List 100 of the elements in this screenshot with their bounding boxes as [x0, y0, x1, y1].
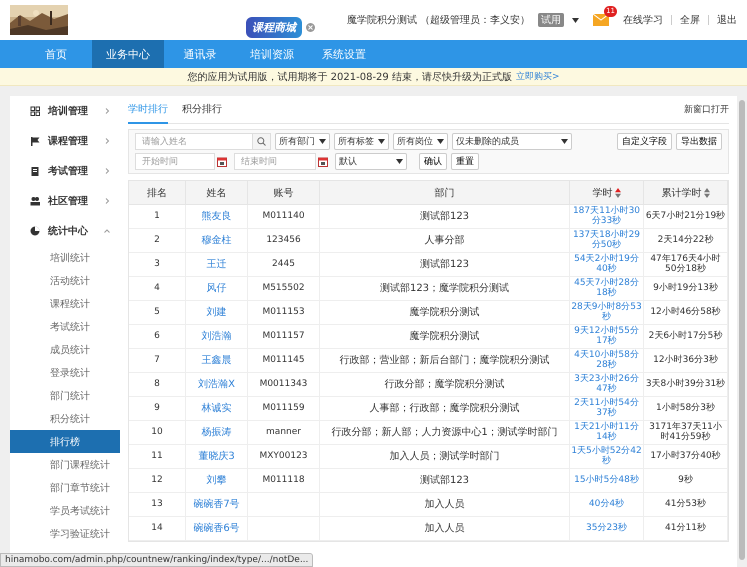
hours-link[interactable]: 137天18小时29分50秒 — [571, 230, 642, 250]
name-link[interactable]: 风仔 — [206, 283, 226, 294]
name-link[interactable]: 董晓庆3 — [198, 451, 235, 462]
filter-select[interactable]: 所有岗位 — [393, 133, 448, 150]
account-cell: M011140 — [262, 212, 305, 222]
filter-select[interactable]: 仅未删除的成员 — [452, 133, 572, 150]
sidebar-subitem[interactable]: 课程统计 — [10, 292, 120, 315]
sidebar-item[interactable]: 课程管理 — [10, 126, 120, 156]
sidebar-subitem[interactable]: 排行榜 — [10, 430, 120, 453]
name-link[interactable]: 王鑫晨 — [202, 355, 232, 366]
sidebar-subitem[interactable]: 培训统计 — [10, 246, 120, 269]
mail-icon[interactable] — [593, 14, 609, 26]
flag-icon — [30, 136, 40, 146]
toolbar-button[interactable]: 自定义字段 — [617, 133, 672, 150]
hours-link[interactable]: 187天11小时30分33秒 — [571, 206, 642, 226]
rank-cell: 9 — [129, 397, 186, 421]
filter-select[interactable]: 所有标签 — [334, 133, 389, 150]
sidebar-subitem[interactable]: 积分统计 — [10, 407, 120, 430]
close-icon[interactable] — [306, 23, 315, 32]
filter-select[interactable]: 所有部门 — [275, 133, 330, 150]
column-header-cell[interactable]: 累计学时 — [644, 181, 728, 205]
name-link[interactable]: 碗碗香6号 — [193, 523, 240, 534]
sidebar-subitem[interactable]: 登录统计 — [10, 361, 120, 384]
department-cell: 测试部123 — [420, 475, 470, 486]
name-link[interactable]: 穆金柱 — [202, 235, 232, 246]
sort-select[interactable]: 默认 — [335, 153, 407, 170]
nav-tab[interactable]: 系统设置 — [308, 40, 380, 68]
name-link[interactable]: 王迁 — [206, 259, 226, 270]
sort-icon[interactable] — [614, 188, 620, 198]
name-link[interactable]: 刘建 — [206, 307, 226, 318]
total-hours-cell: 6天7小时21分19秒 — [646, 212, 726, 222]
column-header-cell[interactable]: 学时 — [570, 181, 644, 205]
account-cell: M515502 — [262, 284, 305, 294]
sidebar-item[interactable]: 考试管理 — [10, 156, 120, 186]
nav-tab[interactable]: 培训资源 — [236, 40, 308, 68]
sidebar-subitem[interactable]: 部门课程统计 — [10, 453, 120, 476]
department-cell: 行政分部；魔学院积分测试 — [384, 379, 504, 390]
status-bar-url: hinamobo.com/admin.php/countnew/ranking/index/type/.../notDe... — [0, 553, 314, 567]
hours-link[interactable]: 45天7小时28分18秒 — [571, 278, 642, 298]
name-link[interactable]: 杨振涛 — [202, 427, 232, 438]
search-button[interactable] — [253, 133, 271, 150]
nav-tab[interactable]: 首页 — [20, 40, 92, 68]
end-date-field[interactable]: 结束时间 — [234, 153, 316, 170]
user-info: 魔学院积分测试 （超级管理员：李义安） — [346, 14, 530, 27]
calendar-icon[interactable] — [217, 156, 227, 166]
open-new-window-link[interactable]: 新窗口打开 — [684, 103, 729, 116]
buy-link[interactable]: 立即购买> — [516, 70, 560, 83]
sidebar-subitem[interactable]: 活动统计 — [10, 269, 120, 292]
hours-link[interactable]: 28天9小时8分53秒 — [571, 302, 642, 322]
tab[interactable]: 积分排行 — [182, 96, 222, 124]
sidebar-subitem[interactable]: 部门统计 — [10, 384, 120, 407]
sidebar-item[interactable]: 培训管理 — [10, 96, 120, 126]
account-cell: manner — [266, 428, 301, 438]
name-link[interactable]: 碗碗香7号 — [193, 499, 240, 510]
sidebar-subitem[interactable]: 学习验证统计 — [10, 522, 120, 545]
hours-link[interactable]: 3天23小时26分47秒 — [571, 374, 642, 394]
sidebar-item[interactable]: 社区管理 — [10, 186, 120, 216]
sidebar-subitem[interactable]: 考试统计 — [10, 315, 120, 338]
name-link[interactable]: 刘攀 — [206, 475, 226, 486]
sidebar-subitem[interactable]: 学员考试统计 — [10, 499, 120, 522]
rank-cell: 10 — [129, 421, 186, 445]
course-mall-badge[interactable]: 课程商城 — [246, 17, 302, 38]
nav-tab[interactable]: 通讯录 — [164, 40, 236, 68]
hours-link[interactable]: 35分23秒 — [586, 524, 627, 534]
hours-link[interactable]: 40分4秒 — [588, 500, 624, 510]
hours-link[interactable]: 9天12小时55分17秒 — [571, 326, 642, 346]
name-link[interactable]: 林诚实 — [202, 403, 232, 414]
sort-icon[interactable] — [704, 188, 710, 198]
total-hours-cell: 41分11秒 — [665, 524, 706, 534]
name-link[interactable]: 熊友良 — [202, 211, 232, 222]
rank-cell: 8 — [129, 373, 186, 397]
name-link[interactable]: 刘浩瀚X — [198, 379, 235, 390]
hours-link[interactable]: 54天2小时19分40秒 — [571, 254, 642, 274]
trial-tag: 试用 — [538, 13, 564, 27]
header-link[interactable]: 退出 — [717, 13, 737, 27]
rank-cell: 11 — [129, 445, 186, 469]
sidebar-subitem[interactable]: 成员统计 — [10, 338, 120, 361]
sidebar-subitem[interactable]: 部门章节统计 — [10, 476, 120, 499]
name-link[interactable]: 刘浩瀚 — [202, 331, 232, 342]
hours-link[interactable]: 2天11小时54分37秒 — [571, 398, 642, 418]
chevron-right-icon — [104, 198, 110, 204]
header-link[interactable]: 全屏 — [680, 13, 700, 27]
tab[interactable]: 学时排行 — [128, 96, 168, 124]
hours-link[interactable]: 4天10小时58分28秒 — [571, 350, 642, 370]
header-link[interactable]: 在线学习 — [623, 13, 663, 27]
hours-link[interactable]: 1天21小时11分14秒 — [571, 422, 642, 442]
action-button[interactable]: 确认 — [419, 153, 447, 170]
sidebar-item[interactable]: 统计中心 — [10, 216, 120, 246]
hours-link[interactable]: 1天5小时52分42秒 — [571, 446, 642, 466]
start-date-field[interactable]: 开始时间 — [135, 153, 215, 170]
total-hours-cell: 41分53秒 — [665, 500, 706, 510]
hours-link[interactable]: 15小时5分48秒 — [574, 476, 639, 486]
rank-cell: 7 — [129, 349, 186, 373]
chevron-right-icon — [104, 138, 110, 144]
action-button[interactable]: 重置 — [451, 153, 479, 170]
toolbar-button[interactable]: 导出数据 — [676, 133, 722, 150]
calendar-icon[interactable] — [318, 156, 328, 166]
total-hours-cell: 1小时58分3秒 — [656, 404, 715, 414]
name-search-field[interactable]: 请输入姓名 — [135, 133, 253, 150]
nav-tab[interactable]: 业务中心 — [92, 40, 164, 68]
